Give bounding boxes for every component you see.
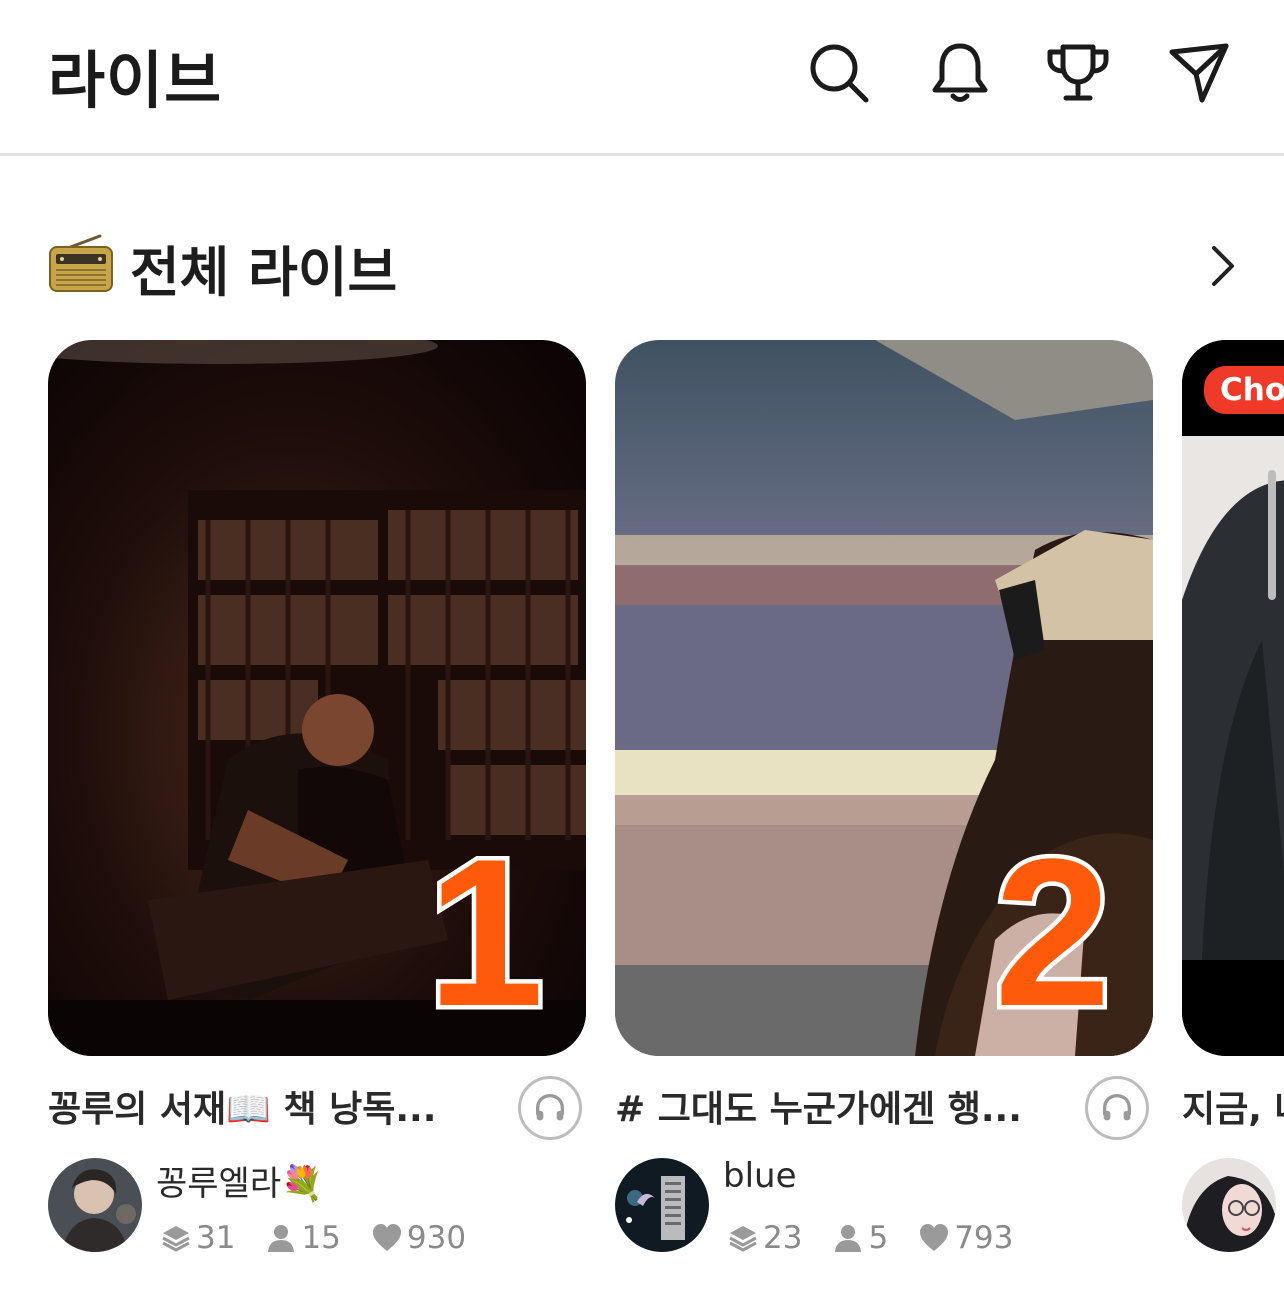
- layers-icon: [162, 1226, 190, 1252]
- radio-icon: [48, 234, 114, 294]
- live-card-partial[interactable]: Choi 지금, 나: [1182, 340, 1284, 1308]
- live-title[interactable]: 지금, 나: [1182, 1080, 1284, 1132]
- headphones-icon: [1102, 1093, 1132, 1121]
- avatar[interactable]: [615, 1158, 709, 1252]
- likes-stat: 793: [918, 1220, 1013, 1256]
- live-card[interactable]: 2 # 그대도 누군가에겐 행... blue 23 5 793: [615, 340, 1153, 1256]
- live-thumbnail[interactable]: 2: [615, 340, 1153, 1056]
- episodes-count: 23: [763, 1220, 803, 1256]
- likes-count: 930: [406, 1220, 467, 1256]
- live-stats: 31 15 930: [160, 1220, 496, 1256]
- top-app-bar: 라이브: [0, 0, 1284, 156]
- section-title: 전체 라이브: [130, 241, 398, 304]
- host-name[interactable]: 꽁루엘라💐: [156, 1156, 323, 1205]
- headphones-icon: [535, 1093, 565, 1121]
- listeners-stat: 15: [265, 1220, 341, 1256]
- live-title[interactable]: 꽁루의 서재📖 책 낭독...: [48, 1080, 478, 1132]
- choice-badge: Choi: [1204, 366, 1284, 414]
- person-icon: [268, 1225, 295, 1252]
- section-header: 전체 라이브: [48, 228, 1248, 304]
- live-thumbnail[interactable]: Choi: [1182, 340, 1284, 1056]
- person-icon: [835, 1225, 862, 1252]
- heart-icon: [372, 1224, 401, 1251]
- trophy-icon[interactable]: [1046, 40, 1110, 104]
- live-thumbnail[interactable]: 1: [48, 340, 586, 1056]
- search-icon[interactable]: [806, 40, 870, 104]
- live-card[interactable]: 1 꽁루의 서재📖 책 낭독... 꽁루엘라💐 31 15 930: [48, 340, 586, 1256]
- listeners-count: 5: [868, 1220, 889, 1256]
- chevron-right-icon[interactable]: [1196, 240, 1248, 292]
- episodes-count: 31: [196, 1220, 236, 1256]
- headphones-button[interactable]: [518, 1076, 582, 1140]
- headphones-button[interactable]: [1085, 1076, 1149, 1140]
- episodes-stat: 23: [727, 1220, 802, 1256]
- portrait-photo: [1182, 340, 1284, 1056]
- send-icon[interactable]: [1166, 40, 1230, 104]
- episodes-stat: 31: [160, 1220, 235, 1256]
- listeners-count: 15: [301, 1220, 341, 1256]
- host-name[interactable]: blue: [723, 1156, 797, 1196]
- listeners-stat: 5: [832, 1220, 888, 1256]
- avatar[interactable]: [48, 1158, 142, 1252]
- likes-count: 793: [954, 1220, 1014, 1256]
- live-stats: 23 5 793: [727, 1220, 1043, 1256]
- live-title[interactable]: # 그대도 누군가에겐 행...: [615, 1080, 1045, 1132]
- avatar[interactable]: [1182, 1158, 1276, 1252]
- likes-stat: 930: [371, 1220, 466, 1256]
- layers-icon: [729, 1226, 757, 1252]
- page-title: 라이브: [48, 44, 223, 117]
- rank-number: 1: [423, 815, 549, 1050]
- bell-icon[interactable]: [928, 40, 992, 104]
- heart-icon: [920, 1224, 949, 1251]
- rank-number: 2: [990, 815, 1116, 1050]
